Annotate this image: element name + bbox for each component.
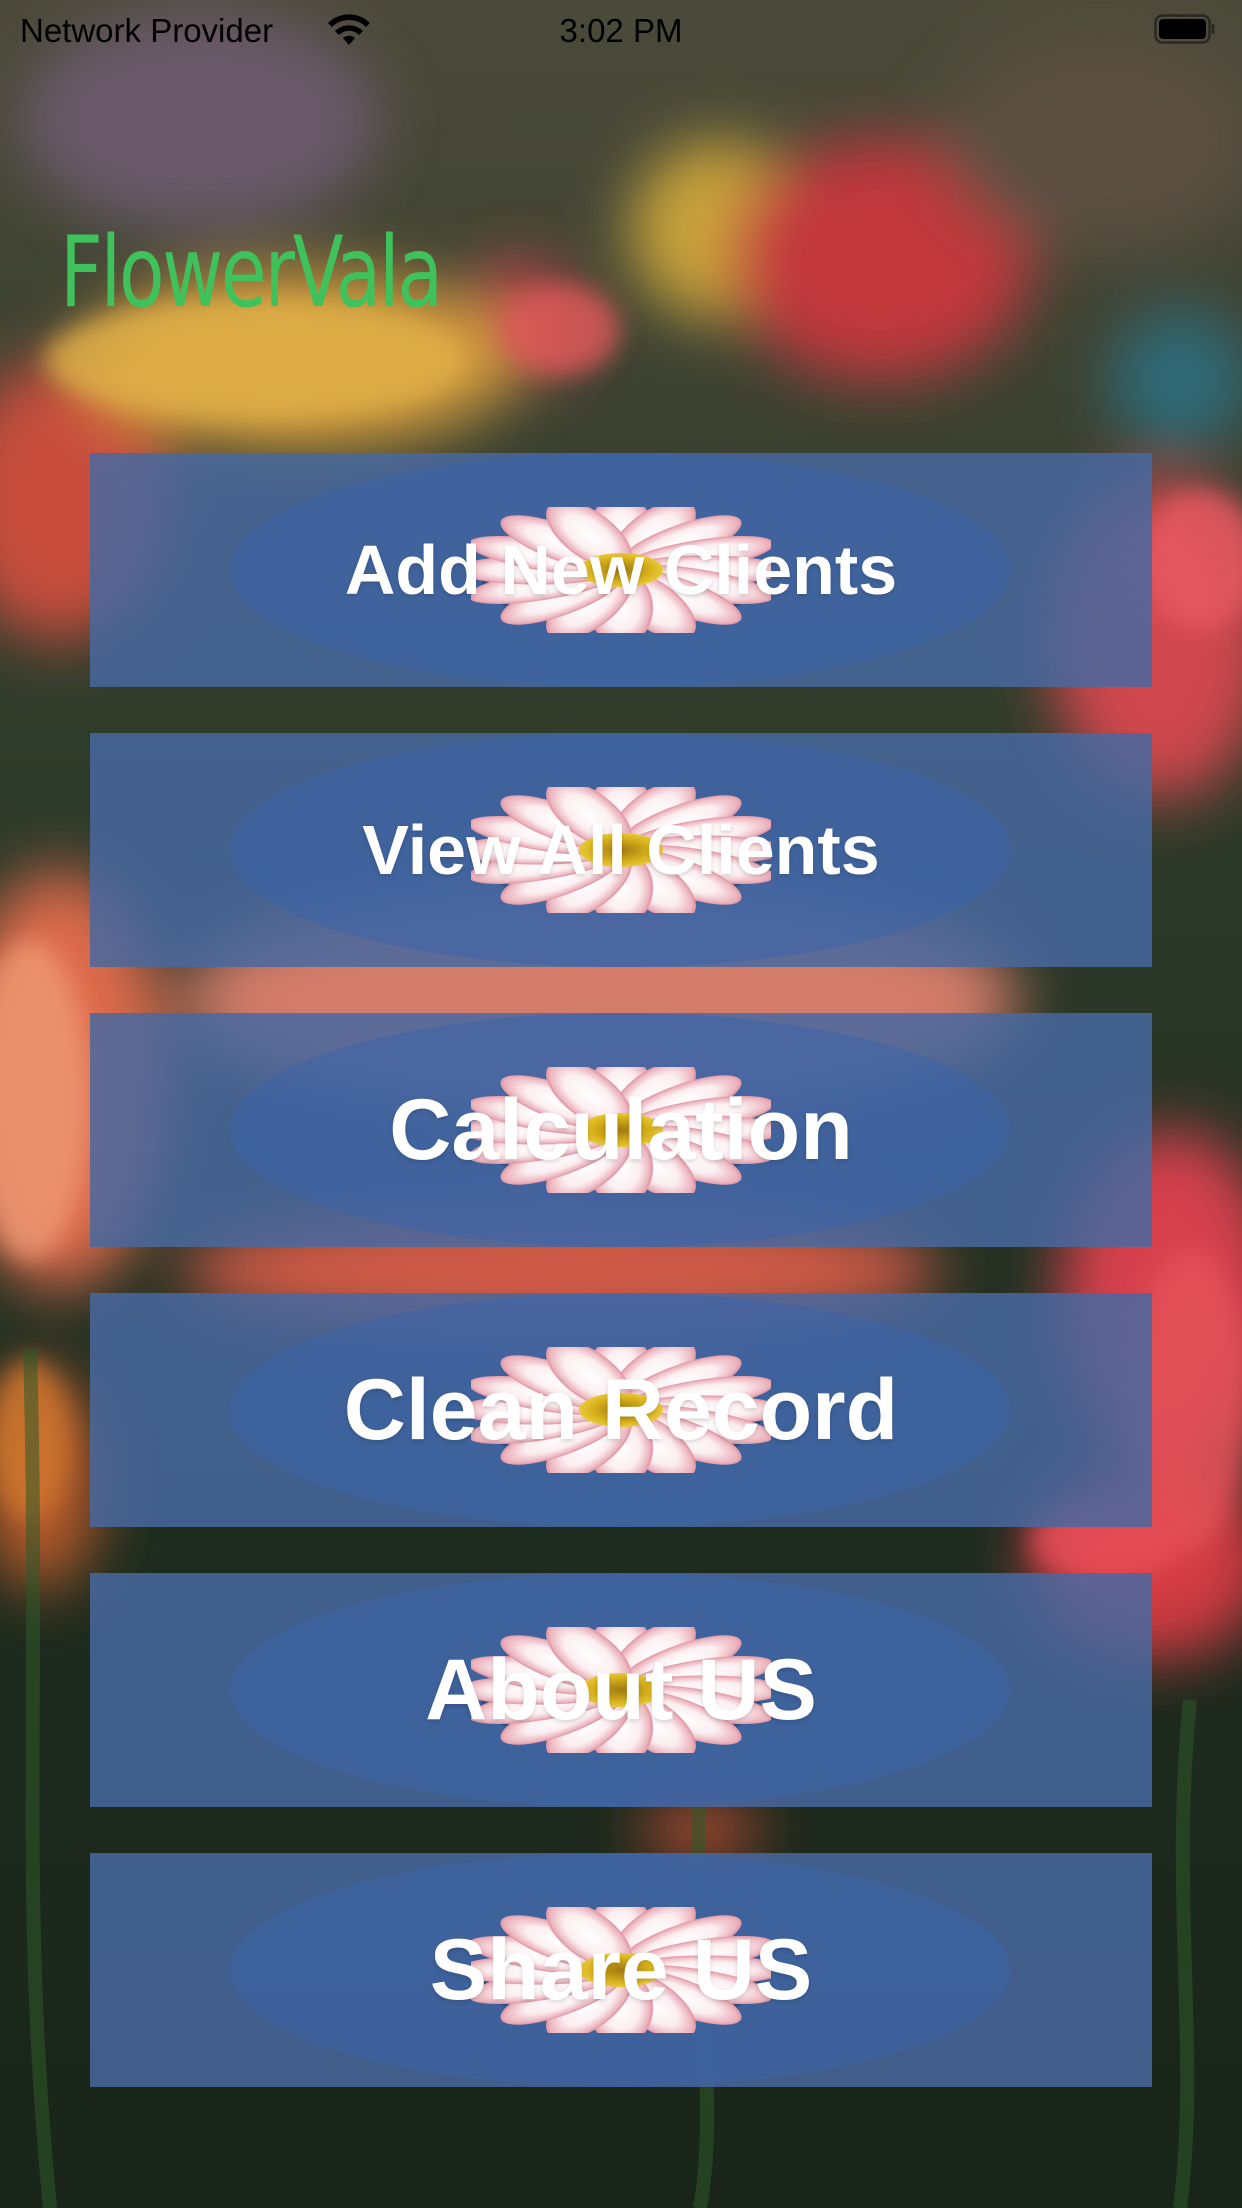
app-title: FlowerVala — [60, 216, 443, 330]
about-us-button[interactable]: About US — [90, 1573, 1152, 1807]
calculation-button[interactable]: Calculation — [90, 1013, 1152, 1247]
add-new-clients-label: Add New Clients — [344, 531, 898, 609]
clean-record-button[interactable]: Clean Record — [90, 1293, 1152, 1527]
about-us-label: About US — [425, 1641, 817, 1738]
share-us-button[interactable]: Share US — [90, 1853, 1152, 2087]
calculation-label: Calculation — [389, 1081, 853, 1178]
battery-icon — [1154, 14, 1216, 44]
view-all-clients-label: View All Clients — [362, 811, 880, 889]
view-all-clients-button[interactable]: View All Clients — [90, 733, 1152, 967]
add-new-clients-button[interactable]: Add New Clients — [90, 453, 1152, 687]
share-us-label: Share US — [429, 1921, 813, 2018]
status-bar: Network Provider 3:02 PM — [0, 0, 1242, 62]
clean-record-label: Clean Record — [343, 1361, 899, 1458]
status-time: 3:02 PM — [559, 12, 683, 49]
